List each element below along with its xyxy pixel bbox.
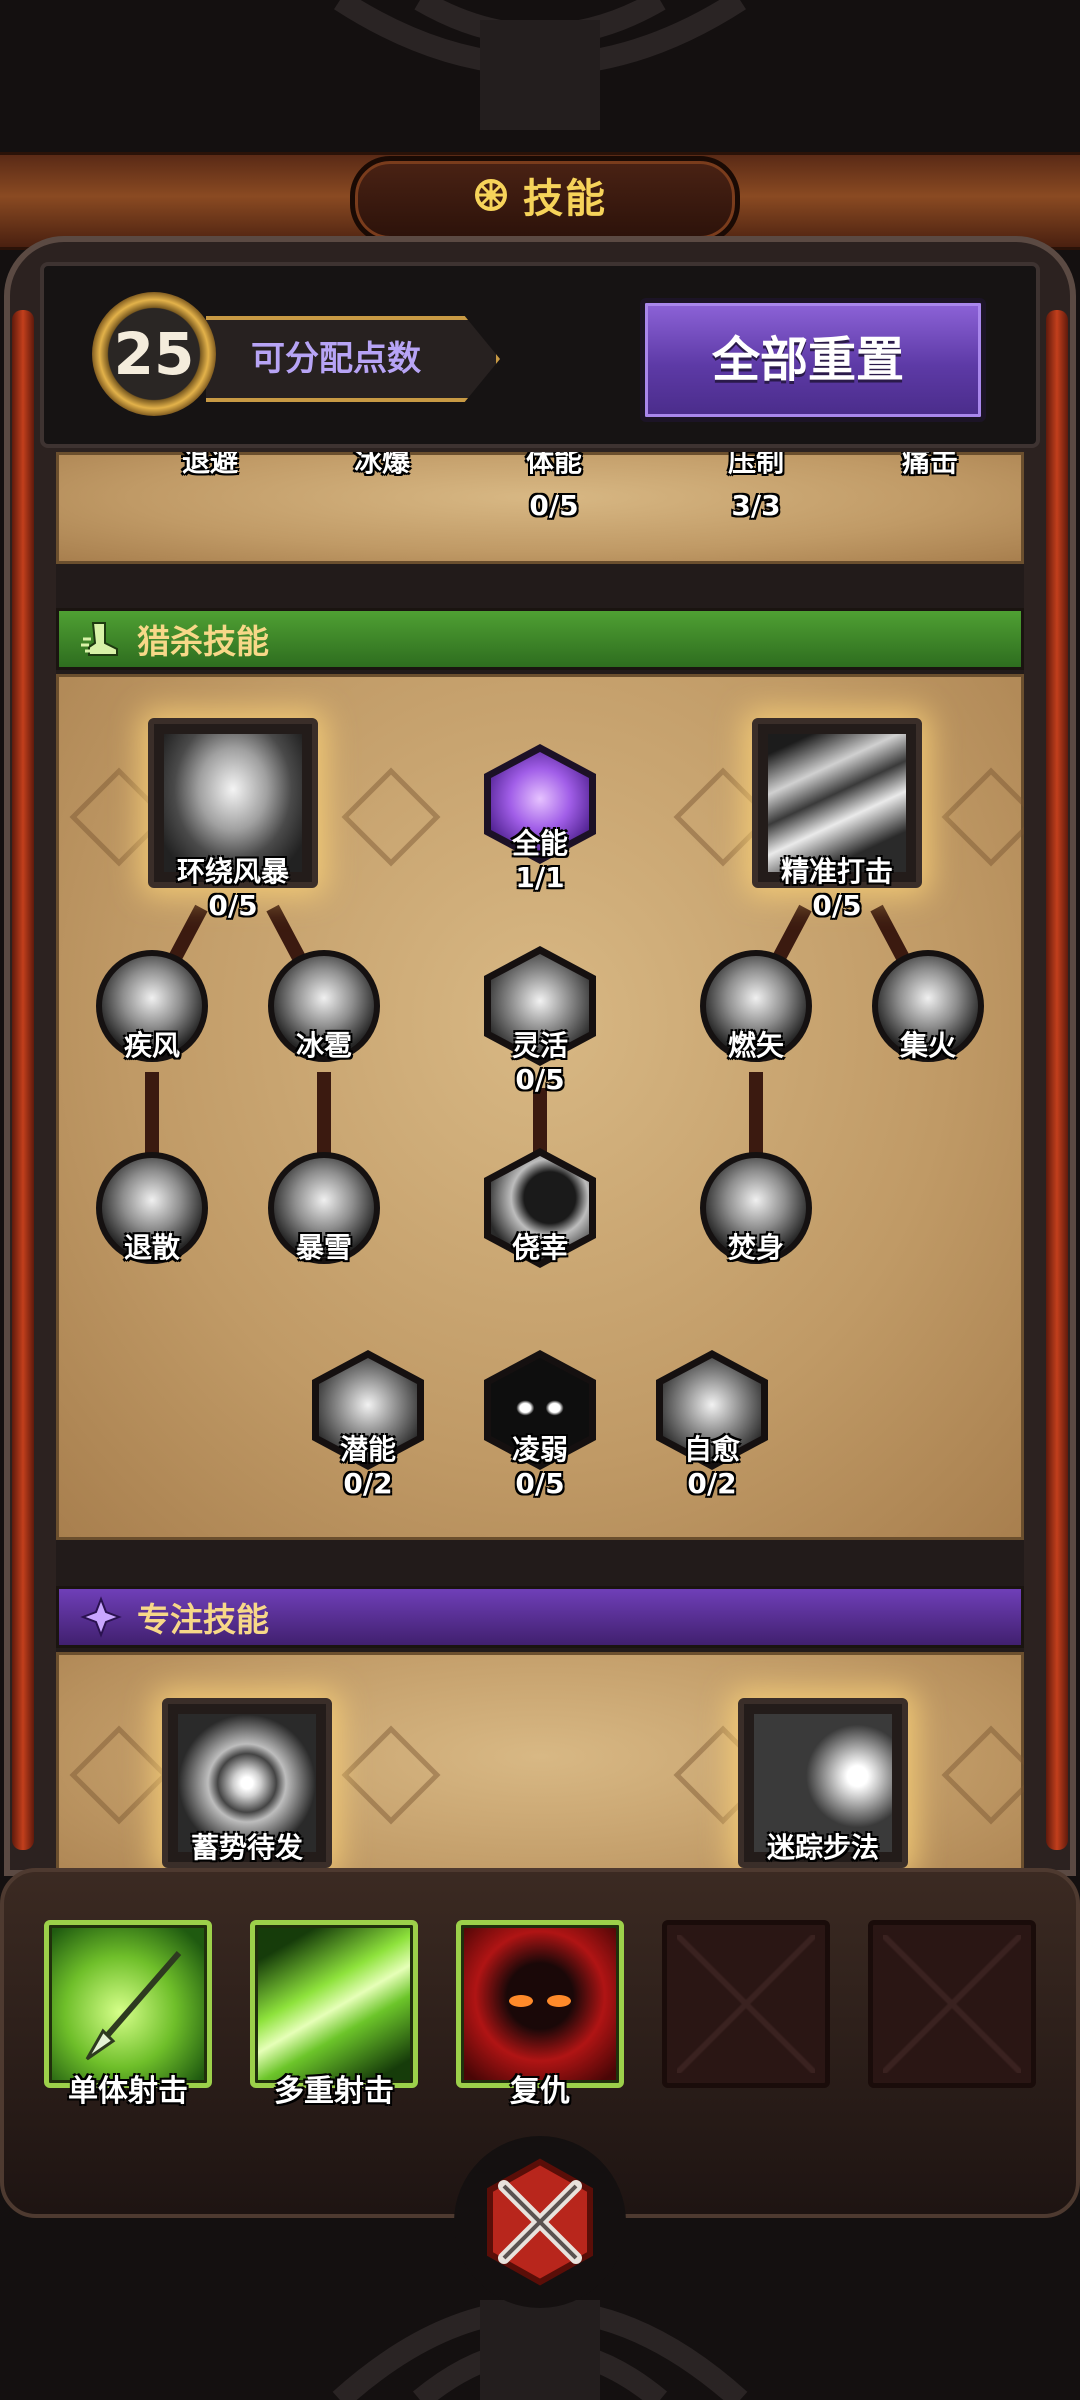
skill-jihuo-name: 集火 [899, 1029, 956, 1062]
skill-quanneng-name: 全能 [511, 827, 568, 860]
available-points-label: 可分配点数 [251, 338, 421, 379]
empty-slot-mark [677, 1935, 815, 2073]
skill-huanrao-name: 环绕风暴 [176, 855, 289, 888]
boot-icon [81, 622, 118, 656]
skill-mizong-name: 迷踪步法 [766, 1831, 879, 1864]
skill-fenshen-name: 焚身 [727, 1231, 784, 1264]
empty-slot-mark [883, 1935, 1021, 2073]
star-icon [80, 1596, 122, 1638]
skill-jingzhun-count: 0/5 [812, 889, 862, 922]
skill-tineng-count: 0/5 [529, 489, 579, 522]
skill-quanneng-count: 1/1 [515, 861, 565, 894]
skill-huanrao-count: 0/5 [208, 889, 258, 922]
skill-linghuo-name: 灵活 [511, 1029, 568, 1062]
available-points-value: 25 [113, 320, 195, 388]
skill-ziyu-name: 自愈 [683, 1433, 740, 1466]
crossed-swords-icon[interactable] [450, 2132, 630, 2312]
equipped-slot-5-empty[interactable] [868, 1920, 1036, 2088]
focus-skills-title: 专注技能 [137, 1600, 269, 1639]
frame-rail-left [12, 310, 34, 1850]
equipped-slot-2-name: 多重射击 [274, 2074, 394, 2109]
arrow-rain-icon [768, 734, 906, 872]
hunt-skills-banner: 猎杀技能 [56, 608, 1024, 670]
reset-all-label[interactable]: 全部重置 [640, 298, 976, 412]
skill-tongji-name: 痛击 [901, 452, 958, 478]
skill-tineng-name: 体能 [525, 452, 582, 478]
equipped-slot-3-name: 复仇 [510, 2074, 570, 2109]
hunt-skills-title: 猎杀技能 [137, 622, 269, 661]
skill-xushi-name: 蓄势待发 [190, 1831, 303, 1864]
whirlwind-icon [164, 734, 302, 872]
demon-eyes-icon [509, 1995, 571, 2007]
skill-ziyu-count: 0/2 [687, 1467, 737, 1500]
skill-jiaoxing-name: 侥幸 [511, 1231, 568, 1264]
gear-icon [475, 179, 507, 211]
equipped-slot-1-name: 单体射击 [68, 2074, 188, 2109]
skill-tree-scroll[interactable]: 退避 冰爆 体能 0/5 压制 3/3 痛击 猎杀技能 环绕风暴 0/5 全能 … [56, 452, 1024, 1870]
page-title-text: 技能 [523, 176, 607, 222]
focus-skills-banner: 专注技能 [56, 1586, 1024, 1648]
frame-rail-right [1046, 310, 1068, 1850]
page-title: 技能 [350, 156, 730, 234]
arrow-icon [85, 1951, 182, 2061]
equipped-slot-4-empty[interactable] [662, 1920, 830, 2088]
skill-bingbao-name: 冰雹 [295, 1029, 352, 1062]
skill-jingzhun-name: 精准打击 [780, 855, 893, 888]
skill-linghuo-count: 0/5 [515, 1063, 565, 1096]
equipped-slot-3[interactable] [456, 1920, 624, 2088]
skill-yazhi-count: 3/3 [731, 489, 781, 522]
equipped-slot-1[interactable] [44, 1920, 212, 2088]
equipped-slot-2[interactable] [250, 1920, 418, 2088]
skill-baoxue-name: 暴雪 [295, 1231, 352, 1264]
